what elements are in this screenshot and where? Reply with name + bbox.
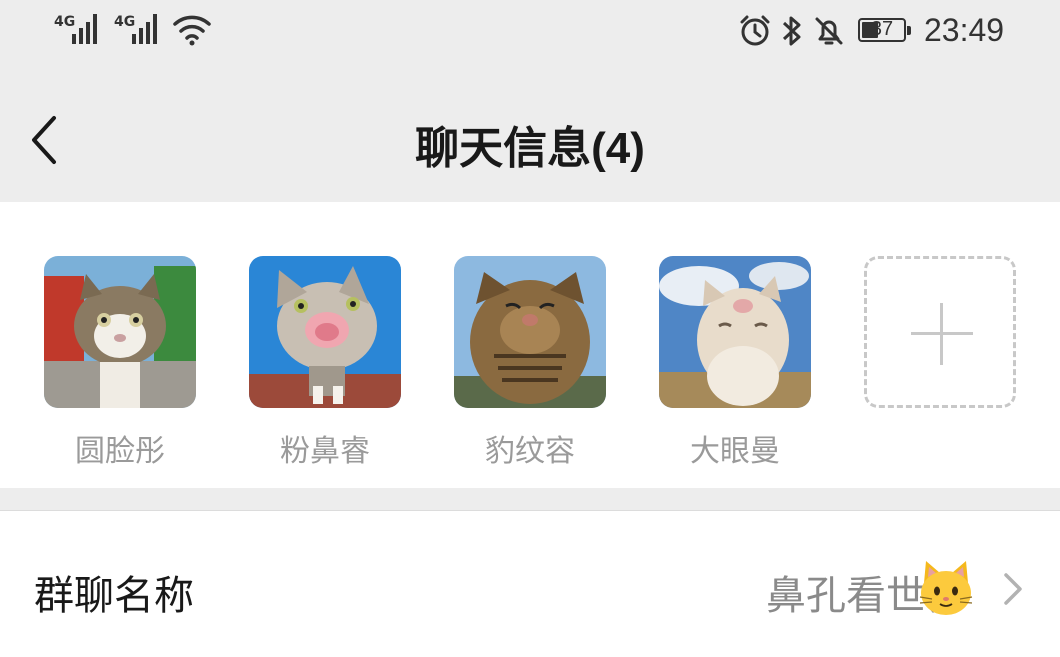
battery-level: 37: [870, 18, 894, 40]
member-name: 大眼曼: [690, 434, 780, 469]
wifi-icon: [173, 15, 211, 46]
avatar[interactable]: [249, 256, 401, 408]
page-title: 聊天信息(4): [415, 124, 645, 173]
member-name: 圆脸彤: [75, 434, 165, 469]
member-item[interactable]: 豹纹容: [454, 256, 606, 470]
status-time: 23:49: [924, 12, 1005, 48]
cat-face-icon: [919, 561, 973, 615]
bluetooth-icon: [782, 16, 801, 46]
avatar[interactable]: [44, 256, 196, 408]
member-item[interactable]: 圆脸彤: [44, 256, 196, 470]
members-panel: 圆脸彤 粉鼻睿 豹纹容 大眼曼: [0, 202, 1060, 488]
group-name-row[interactable]: 群聊名称 鼻孔看世界: [0, 511, 1060, 657]
add-member-button[interactable]: [864, 256, 1016, 408]
alarm-icon: [740, 15, 770, 46]
avatar[interactable]: [659, 256, 811, 408]
status-bar: 4G 4G 37 23:49: [0, 0, 1060, 68]
bell-off-icon: [815, 17, 843, 45]
member-name: 豹纹容: [485, 434, 575, 469]
nav-bar: 聊天信息(4): [0, 68, 1060, 202]
chevron-right-icon: [1004, 573, 1022, 605]
battery-icon: 37: [858, 18, 911, 42]
member-item[interactable]: 粉鼻睿: [249, 256, 401, 470]
member-item[interactable]: 大眼曼: [659, 256, 811, 470]
member-name: 粉鼻睿: [280, 434, 370, 469]
avatar[interactable]: [454, 256, 606, 408]
group-name-label: 群聊名称: [34, 573, 194, 619]
